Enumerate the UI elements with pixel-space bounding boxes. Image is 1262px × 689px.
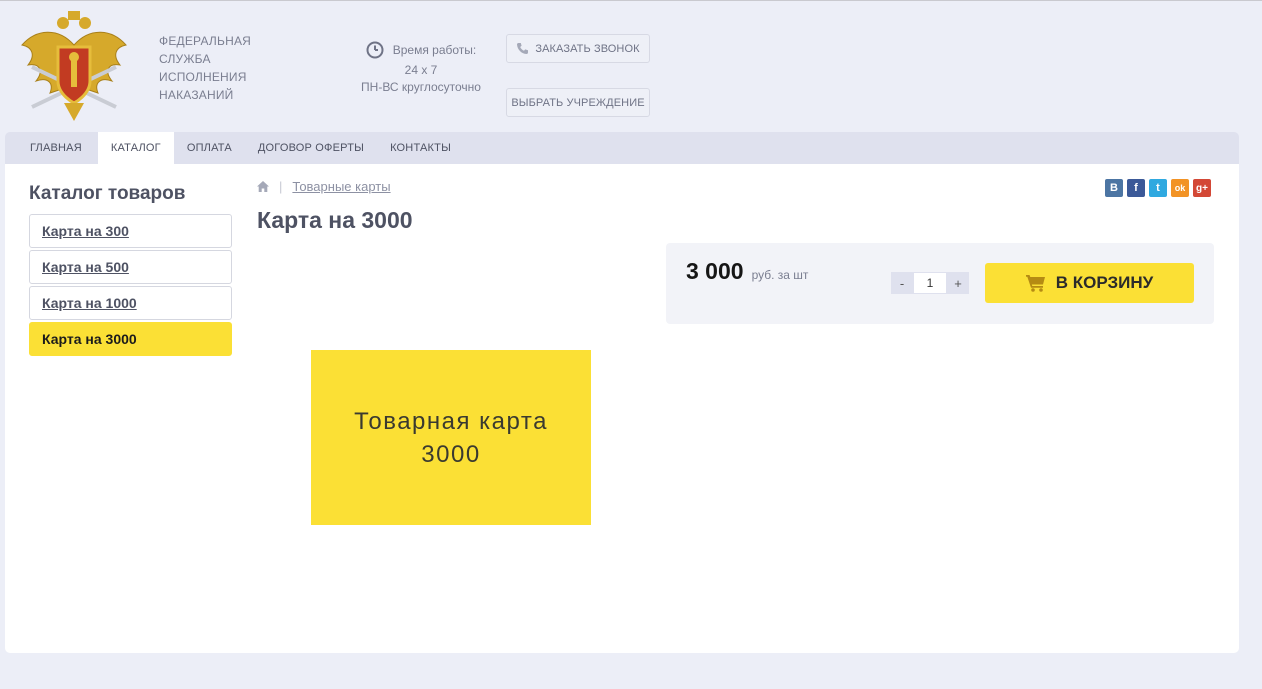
hours-line-2: ПН-ВС круглосуточно xyxy=(361,80,481,94)
breadcrumb: | Товарные карты xyxy=(257,179,391,194)
share-buttons: B f t ok g+ xyxy=(1105,179,1211,197)
buy-box: 3 000 руб. за шт - + В КОРЗИНУ xyxy=(666,243,1214,324)
product-image-text-line-2: 3000 xyxy=(421,440,481,468)
org-name-line: ФЕДЕРАЛЬНАЯ xyxy=(159,34,252,48)
vk-share-icon[interactable]: B xyxy=(1105,179,1123,197)
main-nav: ГЛАВНАЯ КАТАЛОГ ОПЛАТА ДОГОВОР ОФЕРТЫ КО… xyxy=(5,132,1239,164)
org-name-line: СЛУЖБА xyxy=(159,52,211,66)
nav-item-home[interactable]: ГЛАВНАЯ xyxy=(5,132,98,164)
price-unit: руб. за шт xyxy=(751,268,809,282)
quantity-increase-button[interactable]: + xyxy=(947,272,969,294)
sidebar-item-card-3000[interactable]: Карта на 3000 xyxy=(29,322,232,356)
clock-icon xyxy=(366,41,384,59)
phone-icon xyxy=(517,43,529,54)
working-hours: Время работы: 24 x 7 ПН-ВС круглосуточно xyxy=(356,41,486,96)
request-call-label: ЗАКАЗАТЬ ЗВОНОК xyxy=(535,42,640,55)
sidebar-item-card-500[interactable]: Карта на 500 xyxy=(29,250,232,284)
price: 3 000 руб. за шт xyxy=(686,258,808,285)
hours-label: Время работы: xyxy=(392,42,477,57)
product-image-text-line-1: Товарная карта xyxy=(354,407,548,435)
sidebar-title: Каталог товаров xyxy=(29,183,186,204)
nav-item-payment[interactable]: ОПЛАТА xyxy=(174,132,245,164)
home-icon[interactable] xyxy=(257,181,269,192)
breadcrumb-link-gift-cards[interactable]: Товарные карты xyxy=(292,179,390,194)
twitter-share-icon[interactable]: t xyxy=(1149,179,1167,197)
hours-line-1: 24 x 7 xyxy=(404,63,438,77)
facebook-share-icon[interactable]: f xyxy=(1127,179,1145,197)
page-title: Карта на 3000 xyxy=(257,207,413,233)
nav-item-offer-agreement[interactable]: ДОГОВОР ОФЕРТЫ xyxy=(245,132,377,164)
add-to-cart-button[interactable]: В КОРЗИНУ xyxy=(985,263,1194,303)
organization-name: ФЕДЕРАЛЬНАЯ СЛУЖБА ИСПОЛНЕНИЯ НАКАЗАНИЙ xyxy=(159,32,269,104)
emblem-logo[interactable] xyxy=(18,7,130,125)
cart-icon xyxy=(1025,275,1045,292)
price-value: 3 000 xyxy=(686,258,744,284)
request-call-button[interactable]: ЗАКАЗАТЬ ЗВОНОК xyxy=(506,34,650,63)
googleplus-share-icon[interactable]: g+ xyxy=(1193,179,1211,197)
org-name-line: НАКАЗАНИЙ xyxy=(159,88,234,102)
nav-item-contacts[interactable]: КОНТАКТЫ xyxy=(377,132,464,164)
sidebar-item-card-300[interactable]: Карта на 300 xyxy=(29,214,232,248)
quantity-decrease-button[interactable]: - xyxy=(891,272,913,294)
catalog-sidebar: Карта на 300 Карта на 500 Карта на 1000 … xyxy=(29,214,232,358)
sidebar-item-card-1000[interactable]: Карта на 1000 xyxy=(29,286,232,320)
breadcrumb-separator: | xyxy=(279,179,283,194)
quantity-stepper: - + xyxy=(891,272,969,294)
content-panel: Каталог товаров Карта на 300 Карта на 50… xyxy=(5,164,1239,653)
odnoklassniki-share-icon[interactable]: ok xyxy=(1171,179,1189,197)
select-institution-label: ВЫБРАТЬ УЧРЕЖДЕНИЕ xyxy=(511,96,645,109)
add-to-cart-label: В КОРЗИНУ xyxy=(1055,273,1154,292)
org-name-line: ИСПОЛНЕНИЯ xyxy=(159,70,247,84)
nav-item-catalog[interactable]: КАТАЛОГ xyxy=(97,132,174,164)
quantity-input[interactable] xyxy=(913,272,947,294)
site-header: ФЕДЕРАЛЬНАЯ СЛУЖБА ИСПОЛНЕНИЯ НАКАЗАНИЙ … xyxy=(0,1,1262,132)
product-image[interactable]: Товарная карта 3000 xyxy=(311,350,591,525)
select-institution-button[interactable]: ВЫБРАТЬ УЧРЕЖДЕНИЕ xyxy=(506,88,650,117)
